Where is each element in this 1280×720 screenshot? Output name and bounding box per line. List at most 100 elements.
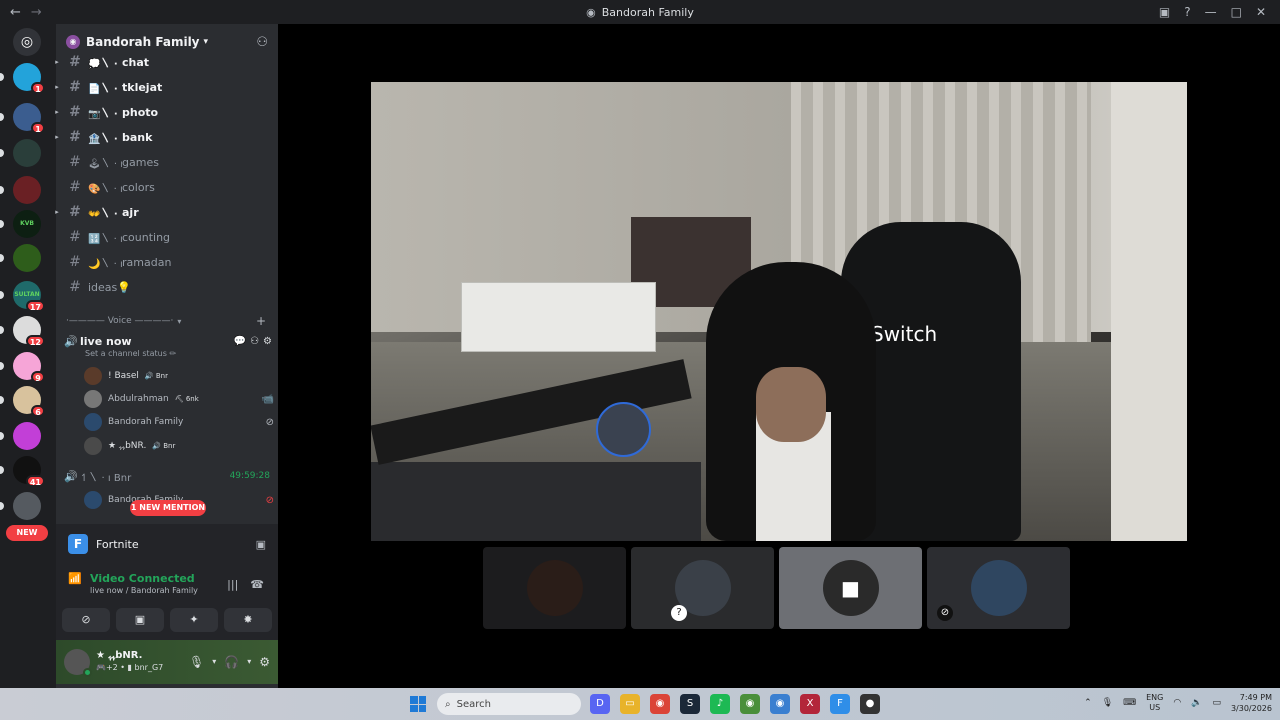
taskbar-app-icon[interactable]: ◉ [770,694,790,714]
taskbar-app-icon[interactable]: S [680,694,700,714]
chevron-down-icon[interactable]: ▾ [212,655,216,669]
back-arrow-icon[interactable]: ← [10,5,21,20]
invite-people-icon[interactable]: ⚇ [256,35,268,50]
screen-share-icon[interactable]: ▣ [256,538,266,551]
stream-off-icon: ⊘ [937,605,953,621]
battery-icon[interactable]: ▭ [1212,698,1221,708]
activities-button[interactable]: ✦ [170,608,218,632]
guild-icon: ◉ [66,35,80,49]
taskbar-search[interactable]: ⌕ Search [437,693,581,715]
mention-badge: 12 [25,335,45,347]
channel-status[interactable]: Set a channel status ✏ [85,349,176,358]
discord-home-icon[interactable]: ◎ [13,28,41,56]
hash-icon: # [69,179,81,195]
add-channel-icon[interactable]: + [256,314,266,328]
mic-tray-icon[interactable]: 🎙 [1102,698,1113,708]
server-icon[interactable] [0,244,41,272]
windows-start-icon[interactable] [410,696,426,712]
voice-user[interactable]: ★ ﮩﮩbNR. 🔊 Bnr [84,436,274,456]
close-icon[interactable]: ✕ [1256,5,1266,19]
guild-name: Bandorah Family [86,35,200,49]
taskbar-app-icon[interactable]: D [590,694,610,714]
channel-emoji: 🎨〵 · ı [88,183,122,195]
server-icon[interactable] [0,422,41,450]
avatar[interactable] [64,649,92,677]
channel-item[interactable]: ▸ # 💭〵 · ı chat [55,51,278,73]
channel-item[interactable]: # ideas💡 [56,276,278,298]
disconnect-icon[interactable]: ☎ [250,578,264,591]
server-icon[interactable] [0,176,41,204]
signal-icon[interactable]: 📶 [68,572,90,585]
maximize-icon[interactable]: □ [1231,5,1242,19]
channel-emoji: 💭〵 · ı [88,58,122,70]
participant-tile[interactable]: ⊘ [927,547,1070,629]
game-activity-bar: F Fortnite ▣ [56,524,278,564]
new-mention-pill[interactable]: 1 NEW MENTION [130,500,206,516]
server-icon[interactable]: 41 [0,456,45,487]
taskbar-app-icon[interactable]: ▭ [620,694,640,714]
help-icon[interactable]: ? [1184,5,1190,19]
server-icon[interactable]: 9 [0,352,45,383]
inbox-icon[interactable]: ▣ [1159,5,1170,19]
volume-icon[interactable]: 🔈 [1191,698,1202,708]
channel-item[interactable]: # 🎨〵 · ı colors [56,176,278,198]
voice-user[interactable]: ! Basel 🔊 Bnr [84,366,274,386]
server-icon[interactable]: 1 [0,63,45,94]
camera-off-button[interactable]: ⊘ [62,608,110,632]
voice-user[interactable]: Abdulrahman ⛏ 6nk 📹 [84,389,274,409]
hash-icon: # [69,154,81,170]
participant-tile[interactable]: ■ [779,547,922,629]
channel-item[interactable]: # 🕹〵 · ı games [56,151,278,173]
server-icon[interactable] [0,139,41,167]
taskbar-app-icon[interactable]: ◉ [740,694,760,714]
chevron-up-icon[interactable]: ⌃ [1084,698,1092,708]
settings-icon[interactable]: ⚙ [259,655,270,669]
screen-share-button[interactable]: ▣ [116,608,164,632]
settings-icon[interactable]: ⚙ [263,336,272,347]
new-unreads-pill[interactable]: NEW [6,525,48,541]
wifi-icon[interactable]: ◠ [1173,698,1181,708]
soundboard-button[interactable]: ✸ [224,608,272,632]
unread-indicator [0,113,4,121]
chevron-down-icon[interactable]: ▾ [247,655,251,669]
server-icon[interactable]: 6 [0,386,45,417]
language-indicator[interactable]: ENG US [1146,693,1163,713]
channel-item[interactable]: ▸ # 📷〵 · ı photo [55,101,278,123]
participant-tile[interactable]: ? [631,547,774,629]
taskbar-app-icon[interactable]: X [800,694,820,714]
main-video-feed[interactable]: Switch [371,82,1187,541]
headphones-icon[interactable]: 🎧 [224,655,239,669]
channel-item[interactable]: ▸ # 📄〵 · ı tklejat [55,76,278,98]
server-icon[interactable]: SULTAN 17 [0,281,45,312]
voice-user[interactable]: Bandorah Family ⊘ [84,412,274,432]
voice-channel-name: live now [80,334,132,348]
server-icon[interactable]: 1 [0,103,45,134]
channel-name: colors [122,180,155,194]
keyboard-icon[interactable]: ⌨ [1123,698,1136,708]
microphone-icon[interactable]: 🎙 [189,655,204,669]
noise-suppression-icon[interactable]: ||| [227,578,238,591]
voice-category[interactable]: ·———— Voice ————· ▾ + [56,314,278,328]
mention-badge: 17 [25,300,45,312]
clock[interactable]: 7:49 PM 3/30/2026 [1231,692,1272,714]
server-icon[interactable]: KVB [0,210,41,238]
chat-bubble-icon[interactable]: 💬 [234,336,246,347]
channel-item[interactable]: # 🌙〵 · ı ramadan [56,251,278,273]
taskbar-app-icon[interactable]: ◉ [650,694,670,714]
channel-item[interactable]: # 🔢〵 · ı counting [56,226,278,248]
server-icon[interactable]: 12 [0,316,45,347]
invite-icon[interactable]: ⚇ [250,336,259,347]
hash-icon: # [69,79,81,95]
taskbar-app-icon[interactable]: F [830,694,850,714]
forward-arrow-icon[interactable]: → [31,5,42,20]
taskbar-apps: D ▭ ◉ S ♪ ◉ ◉ X F ● [590,694,880,714]
voice-channel-bnr[interactable]: 🔊 ↿〵 · ı Bnr 49:59:28 [64,466,272,486]
minimize-icon[interactable]: — [1205,5,1217,19]
participant-tile[interactable] [483,547,626,629]
server-icon[interactable] [0,492,41,520]
channel-item[interactable]: ▸ # 👐〵 · ı ajr [55,201,278,223]
taskbar-app-icon[interactable]: ♪ [710,694,730,714]
taskbar-app-icon[interactable]: ● [860,694,880,714]
user-status: 🎮+2 • ▮ bnr_G7 [96,663,164,672]
channel-item[interactable]: ▸ # 🏦〵 · ı bank [55,126,278,148]
